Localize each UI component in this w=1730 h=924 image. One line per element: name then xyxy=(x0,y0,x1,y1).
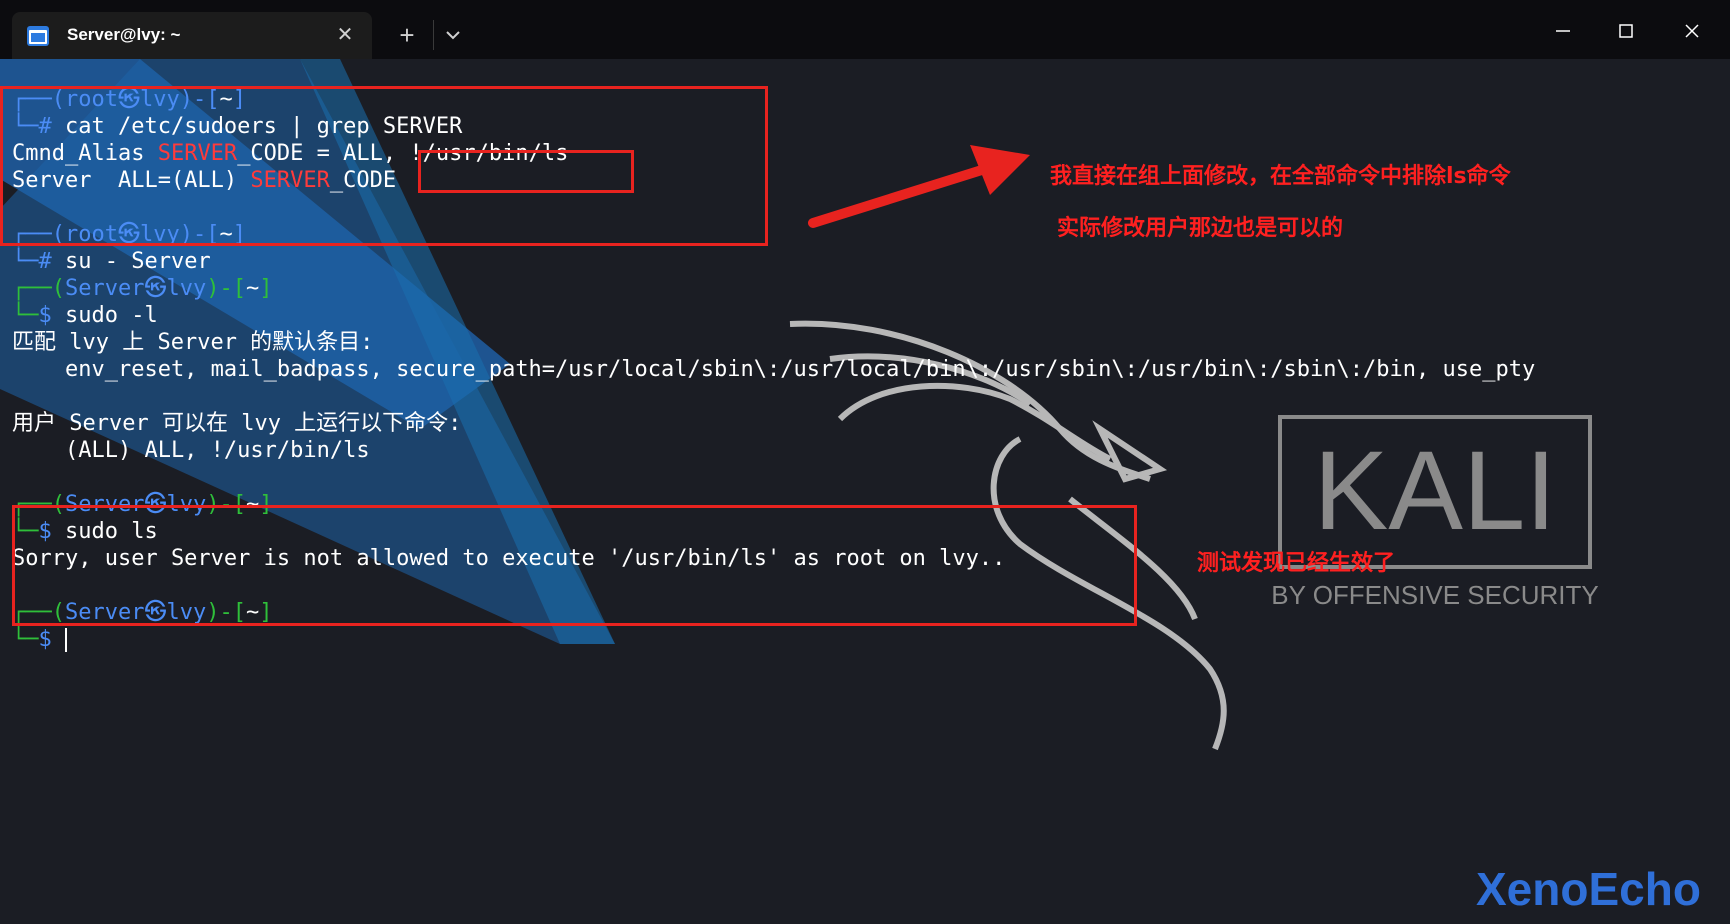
tab-server[interactable]: Server@lvy: ~ ✕ xyxy=(12,12,372,59)
command-line: └─$ xyxy=(12,626,67,654)
plus-icon[interactable]: + xyxy=(392,20,422,50)
tab-title: Server@lvy: ~ xyxy=(67,25,181,44)
tab-separator xyxy=(433,20,434,50)
arrow-icon xyxy=(808,145,1030,228)
maximize-icon[interactable] xyxy=(1606,14,1646,48)
prompt-line: ┌──(Server㉿lvy)-[~] xyxy=(12,276,273,301)
terminal-icon xyxy=(27,26,49,46)
close-window-icon[interactable] xyxy=(1672,14,1712,48)
title-bar: Server@lvy: ~ ✕ + xyxy=(0,0,1730,59)
text-cursor xyxy=(65,628,67,652)
close-icon[interactable]: ✕ xyxy=(332,22,358,48)
annotation-box-test-result xyxy=(12,505,1137,626)
chevron-down-icon[interactable] xyxy=(438,20,468,50)
output-line: env_reset, mail_badpass, secure_path=/us… xyxy=(12,357,1536,382)
annotation-note-2: 实际修改用户那边也是可以的 xyxy=(1057,216,1344,241)
output-line: 匹配 lvy 上 Server 的默认条目: xyxy=(12,330,374,355)
command-line: └─$ sudo -l xyxy=(12,303,158,328)
watermark: XenoEcho xyxy=(1476,863,1701,915)
annotation-box-sudoers xyxy=(0,86,768,246)
annotation-note-1: 我直接在组上面修改，在全部命令中排除ls命令 xyxy=(1050,164,1511,189)
output-line: (ALL) ALL, !/usr/bin/ls xyxy=(12,438,370,463)
output-line: 用户 Server 可以在 lvy 上运行以下命令: xyxy=(12,411,462,436)
annotation-box-exclude-ls xyxy=(418,150,634,193)
command-line: └─# su - Server xyxy=(12,249,211,274)
minimize-icon[interactable] xyxy=(1543,14,1583,48)
annotation-note-3: 测试发现已经生效了 xyxy=(1197,551,1396,576)
